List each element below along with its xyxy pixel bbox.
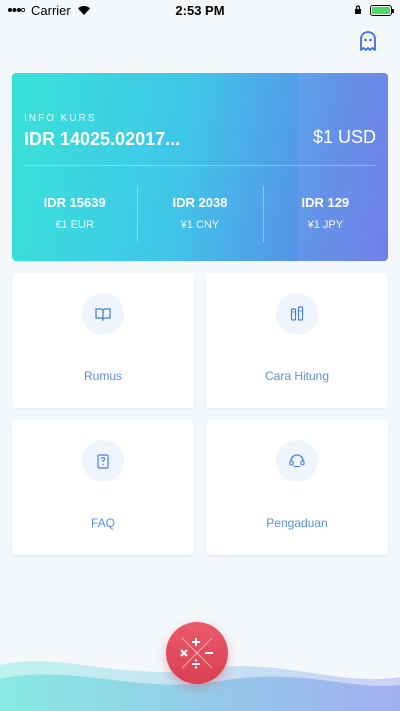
signal-icon: [8, 8, 25, 13]
kurs-main-value: IDR 14025.02017...: [24, 129, 181, 149]
calculator-ops-icon: [180, 637, 213, 669]
menu-label: Rumus: [83, 369, 122, 383]
menu-label: Cara Hitung: [264, 369, 330, 383]
rate-value: IDR 129: [301, 195, 350, 210]
menu-tile-rumus[interactable]: Rumus: [12, 273, 194, 408]
rate-value: IDR 2038: [172, 195, 228, 210]
menu-label: Pengaduan: [266, 516, 328, 530]
wifi-icon: [77, 5, 90, 15]
exchange-rate-card: INFO KURS IDR 14025.02017... $1 USD IDR …: [12, 73, 388, 261]
rotation-lock-icon: [355, 5, 361, 14]
ghost-icon[interactable]: [358, 30, 378, 52]
carrier-label: Carrier: [31, 2, 71, 18]
menu-label: FAQ: [90, 516, 115, 530]
status-bar: Carrier 2:53 PM: [0, 0, 400, 20]
rate-unit: ¥1 JPY: [307, 219, 344, 231]
kurs-base-currency: $1 USD: [312, 127, 376, 147]
home-screen: Carrier 2:53 PM INFO KURS IDR 14025.0201…: [0, 0, 400, 711]
rate-value: IDR 15639: [43, 195, 106, 210]
menu-tile-cara-hitung[interactable]: Cara Hitung: [206, 273, 388, 408]
book-icon: [95, 308, 111, 321]
complaint-icon: [289, 454, 305, 468]
faq-document-icon: [97, 453, 109, 469]
menu-tile-faq[interactable]: FAQ: [12, 420, 194, 555]
kurs-divider: [24, 165, 376, 166]
rate-unit: ¥1 CNY: [180, 219, 220, 231]
calculation-icon: [290, 306, 304, 321]
rate-eur: IDR 15639 €1 EUR: [12, 186, 137, 242]
kurs-label: INFO KURS: [24, 113, 97, 124]
kurs-rates: IDR 15639 €1 EUR IDR 2038 ¥1 CNY IDR 129…: [12, 186, 388, 242]
menu-tile-pengaduan[interactable]: Pengaduan: [206, 420, 388, 555]
rate-cny: IDR 2038 ¥1 CNY: [137, 186, 262, 242]
rate-jpy: IDR 129 ¥1 JPY: [262, 186, 388, 242]
calculator-fab-button[interactable]: [166, 622, 228, 684]
rate-unit: €1 EUR: [55, 219, 94, 231]
battery-icon: [370, 4, 394, 16]
